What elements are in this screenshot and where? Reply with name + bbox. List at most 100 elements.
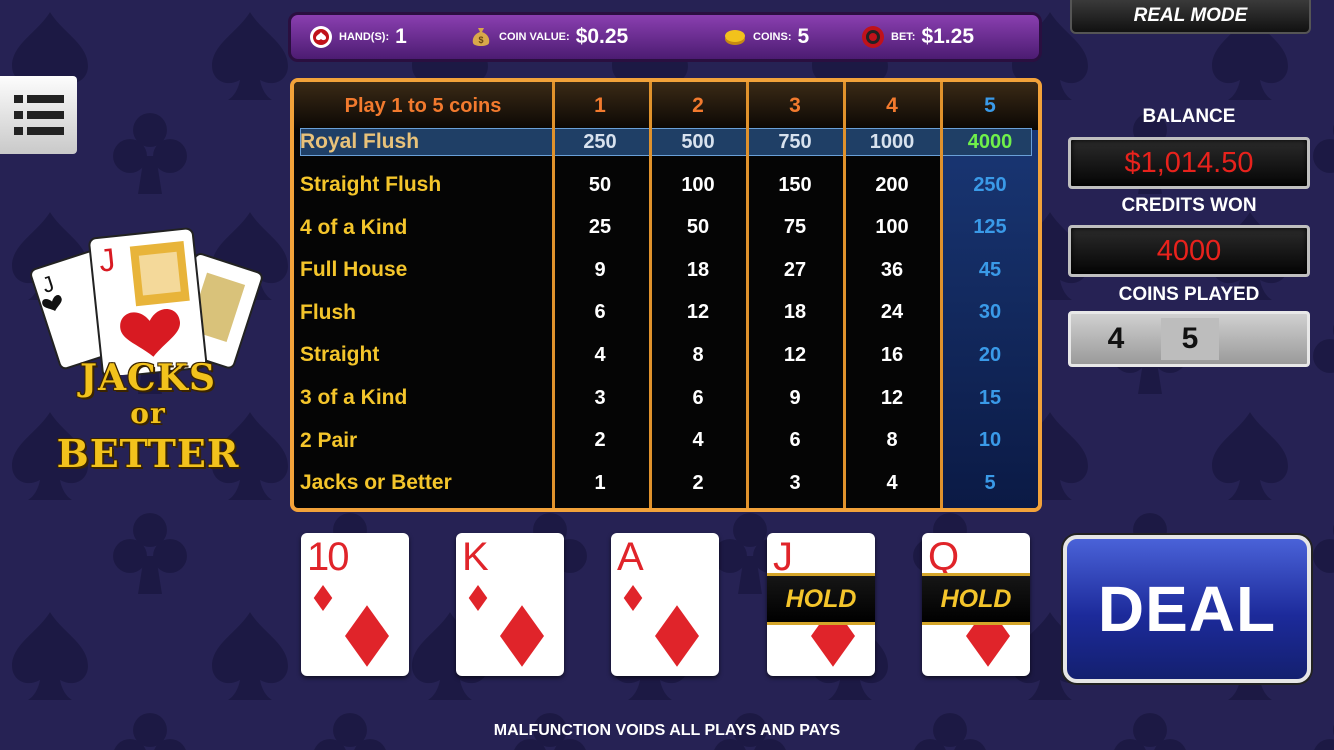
bet-value: $1.25	[921, 25, 975, 48]
credits-won-display: 4000	[1068, 225, 1310, 277]
paytable-payout-value: 10	[978, 429, 1002, 452]
coin-value: $0.25	[575, 25, 629, 48]
paytable-hand-name: 2 Pair	[300, 428, 358, 452]
diamond-suit-icon	[623, 585, 643, 616]
paytable-hand-name: Straight	[300, 343, 380, 367]
logo-line-jacks: JACKS	[80, 357, 216, 399]
card-rank: K	[462, 535, 489, 579]
poker-chip-icon	[310, 26, 332, 48]
paytable-row: Full House 9 18 27 36 45	[294, 249, 1038, 291]
paytable-payout-value: 1000	[869, 130, 915, 153]
paytable-row: Flush 6 12 18 24 30	[294, 292, 1038, 334]
paytable-row: 2 Pair 2 4 6 8 10	[294, 420, 1038, 462]
coins-label: COINS:	[753, 31, 792, 43]
deal-button[interactable]: DEAL	[1063, 535, 1311, 683]
paytable-payout-value: 4000	[967, 130, 1013, 153]
logo-line-or: or	[130, 397, 166, 430]
playing-card[interactable]: K	[456, 533, 564, 676]
coins-played-display: 4 5	[1068, 311, 1310, 367]
credits-won-label: CREDITS WON	[1121, 195, 1257, 216]
bet-chip-icon	[862, 26, 884, 48]
real-mode-button[interactable]: REAL MODE	[1070, 0, 1311, 34]
hold-indicator: HOLD	[767, 573, 875, 625]
coins-played-current: 5	[1161, 318, 1219, 360]
balance-display: $1,014.50	[1068, 137, 1310, 189]
playing-card[interactable]: A	[611, 533, 719, 676]
menu-button[interactable]	[0, 76, 77, 154]
diamond-suit-icon	[468, 585, 488, 616]
playing-card[interactable]: J HOLD	[767, 533, 875, 676]
paytable-payout-value: 125	[973, 216, 1007, 239]
paytable-payout-value: 25	[588, 216, 612, 239]
paytable-row: Royal Flush 250 500 750 1000 4000	[294, 121, 1038, 163]
paytable-payout-value: 6	[692, 386, 704, 409]
malfunction-disclaimer: MALFUNCTION VOIDS ALL PLAYS AND PAYS	[493, 722, 841, 739]
playing-card[interactable]: 10	[301, 533, 409, 676]
paytable-hand-name: 4 of a Kind	[300, 215, 408, 239]
paytable-row: Straight 4 8 12 16 20	[294, 334, 1038, 376]
paytable-payout-value: 2	[692, 471, 704, 494]
paytable-hand-name: Flush	[300, 300, 356, 324]
paytable-payout-value: 50	[686, 216, 710, 239]
balance-label: BALANCE	[1142, 106, 1236, 127]
money-bag-icon: $	[472, 28, 490, 46]
paytable-payout-value: 27	[783, 258, 807, 281]
paytable-payout-value: 12	[880, 386, 904, 409]
coin-value-label: COIN VALUE:	[499, 31, 570, 43]
paytable-hand-name: Jacks or Better	[300, 471, 452, 495]
paytable-payout-value: 30	[978, 301, 1002, 324]
bet-label: BET:	[891, 31, 916, 43]
diamond-suit-icon	[655, 605, 699, 672]
paytable-row: Jacks or Better 1 2 3 4 5	[294, 462, 1038, 504]
coin-value-stat: $ COIN VALUE: $0.25	[469, 15, 628, 59]
card-rank: 10	[307, 535, 349, 579]
paytable-payout-value: 1	[594, 471, 606, 494]
svg-text:$: $	[478, 35, 483, 45]
paytable-payout-value: 2	[594, 429, 606, 452]
coins-stat: COINS: 5	[723, 15, 809, 59]
diamond-suit-icon	[345, 605, 389, 672]
paytable-payout-value: 3	[789, 471, 801, 494]
paytable-hand-name: Straight Flush	[300, 173, 442, 196]
paytable-payout-value: 250	[583, 130, 617, 153]
paytable-payout-value: 3	[594, 386, 606, 409]
hamburger-menu-icon	[13, 95, 64, 135]
paytable-hand-name: 3 of a Kind	[300, 386, 408, 409]
paytable-row: 3 of a Kind 3 6 9 12 15	[294, 377, 1038, 419]
bet-stat: BET: $1.25	[861, 15, 974, 59]
paytable-payout-value: 250	[973, 173, 1007, 196]
hands-stat: HAND(S): 1	[309, 15, 407, 59]
playing-card[interactable]: Q HOLD	[922, 533, 1030, 676]
paytable-payout-value: 6	[789, 429, 801, 452]
diamond-suit-icon	[500, 605, 544, 672]
paytable-payout-value: 100	[681, 173, 715, 196]
paytable-payout-value: 100	[875, 216, 909, 239]
paytable-payout-value: 5	[984, 471, 996, 494]
card-rank: A	[617, 535, 644, 579]
paytable-payout-value: 45	[978, 258, 1002, 281]
paytable-payout-value: 200	[875, 173, 909, 196]
coins-played-previous: 4	[1107, 322, 1125, 355]
paytable-payout-value: 9	[789, 386, 801, 409]
paytable-payout-value: 24	[880, 301, 904, 324]
logo-cards-illustration: J J	[30, 227, 263, 375]
paytable-payout-value: 500	[681, 130, 715, 153]
status-bar: HAND(S): 1 $ COIN VALUE: $0.25 COINS: 5 …	[288, 12, 1042, 62]
paytable-payout-value: 8	[692, 343, 704, 366]
paytable-payout-value: 12	[783, 343, 807, 366]
paytable-grid: Play 1 to 5 coins 12345 Royal Flush 250 50…	[294, 82, 1038, 508]
paytable-hand-name: Royal Flush	[300, 130, 420, 153]
paytable-payout-value: 75	[783, 216, 807, 239]
paytable-payout-value: 18	[686, 258, 710, 281]
coins-played-label: COINS PLAYED	[1118, 284, 1260, 305]
paytable-payout-value: 4	[692, 429, 704, 452]
paytable-hand-name: Full House	[300, 258, 408, 282]
jacks-or-better-logo: J J JACKS or BETTER	[28, 225, 268, 485]
paytable-payout-value: 15	[978, 386, 1002, 409]
paytable-row: 4 of a Kind 25 50 75 100 125	[294, 207, 1038, 249]
hands-value: 1	[395, 25, 407, 48]
paytable-row: Straight Flush 50 100 150 200 250	[294, 164, 1038, 206]
paytable-payout-value: 8	[886, 429, 898, 452]
paytable-payout-value: 50	[588, 173, 612, 196]
logo-line-better: BETTER	[56, 431, 240, 476]
